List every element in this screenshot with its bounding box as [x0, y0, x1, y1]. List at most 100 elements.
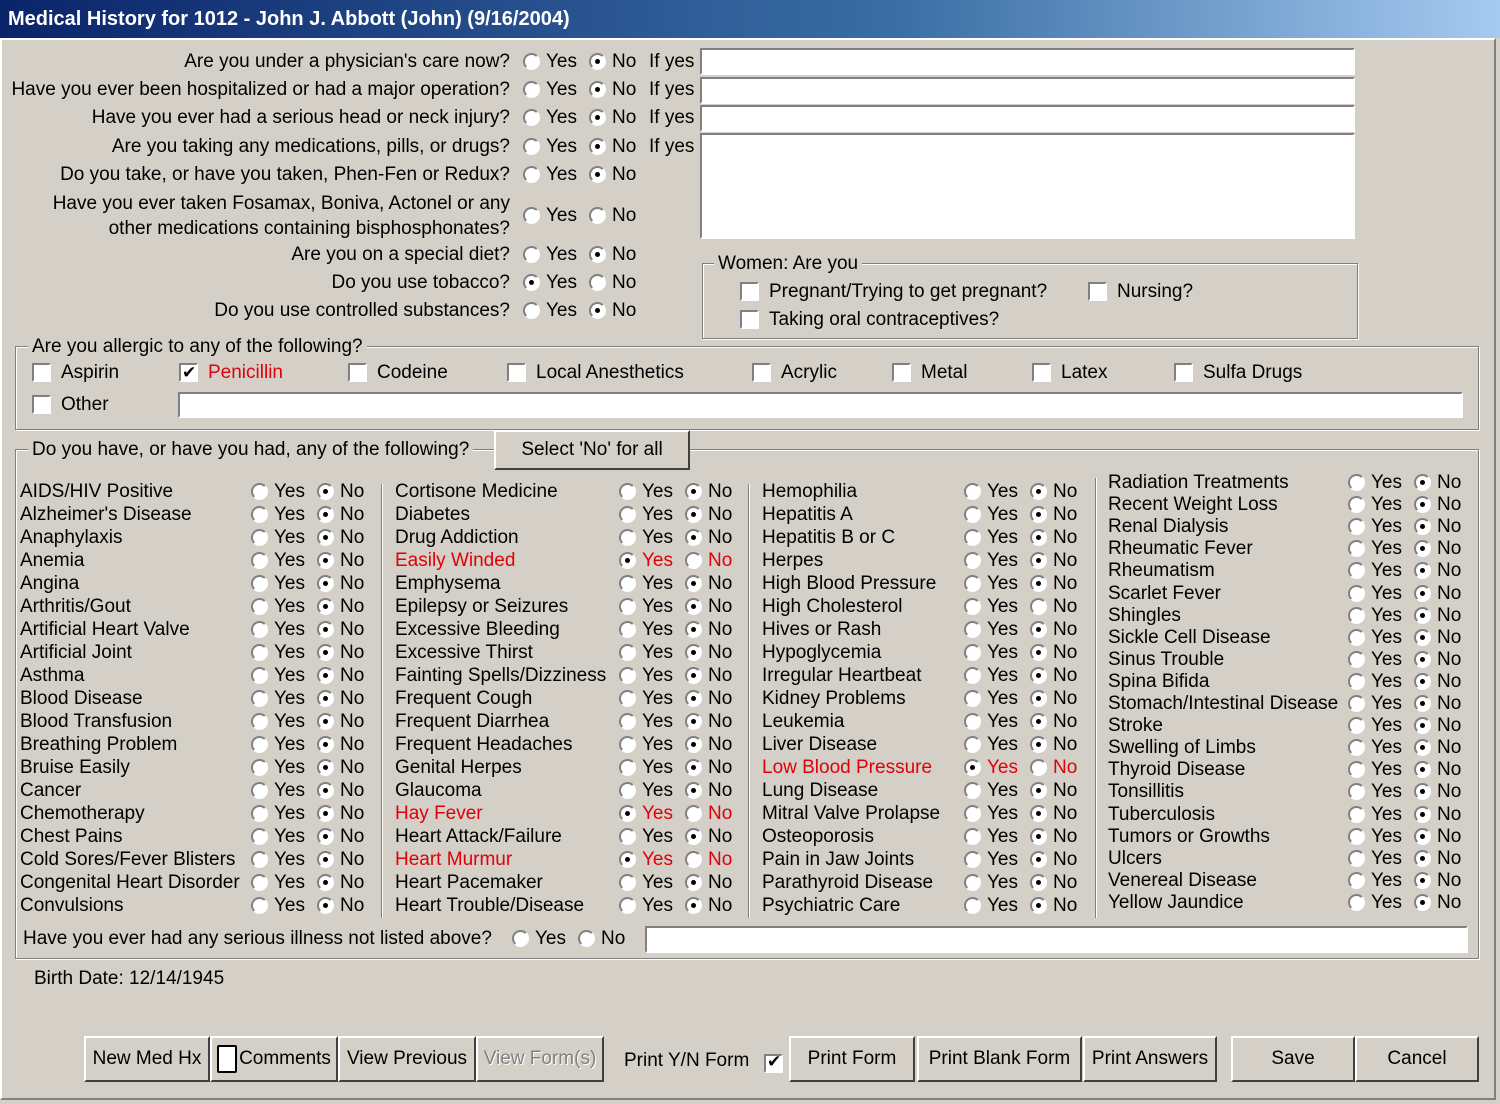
- question-7-yes-radio[interactable]: [523, 274, 540, 292]
- condition-answer[interactable]: Yes No: [1348, 714, 1473, 737]
- condition-answer[interactable]: Yes No: [251, 480, 376, 503]
- condition-answer[interactable]: Yes No: [964, 733, 1089, 756]
- condition-answer[interactable]: Yes No: [1348, 780, 1473, 803]
- view-previous-button[interactable]: View Previous: [338, 1036, 476, 1082]
- condition-yes-radio[interactable]: [964, 690, 981, 708]
- condition-answer[interactable]: Yes No: [251, 779, 376, 802]
- condition-yes-radio[interactable]: [1348, 761, 1365, 779]
- allergy-option[interactable]: Aspirin: [32, 361, 119, 385]
- condition-yes-radio[interactable]: [1348, 474, 1365, 492]
- condition-answer[interactable]: Yes No: [251, 641, 376, 664]
- condition-answer[interactable]: Yes No: [1348, 670, 1473, 693]
- condition-no-radio[interactable]: [1030, 897, 1047, 915]
- pregnant-checkbox[interactable]: [740, 282, 759, 302]
- nursing-option[interactable]: Nursing?: [1088, 280, 1193, 304]
- condition-yes-radio[interactable]: [251, 575, 268, 593]
- condition-no-radio[interactable]: [685, 506, 702, 524]
- condition-answer[interactable]: Yes No: [251, 756, 376, 779]
- allergy-checkbox[interactable]: [892, 363, 911, 383]
- condition-yes-radio[interactable]: [619, 506, 636, 524]
- condition-answer[interactable]: Yes No: [964, 595, 1089, 618]
- condition-no-radio[interactable]: [1414, 850, 1431, 868]
- allergy-checkbox[interactable]: [348, 363, 367, 383]
- condition-answer[interactable]: Yes No: [619, 687, 744, 710]
- condition-answer[interactable]: Yes No: [964, 618, 1089, 641]
- condition-no-radio[interactable]: [317, 529, 334, 547]
- condition-yes-radio[interactable]: [1348, 872, 1365, 890]
- condition-yes-radio[interactable]: [1348, 717, 1365, 735]
- if-yes-field-medications[interactable]: [700, 133, 1355, 239]
- condition-yes-radio[interactable]: [251, 506, 268, 524]
- condition-yes-radio[interactable]: [619, 598, 636, 616]
- condition-yes-radio[interactable]: [1348, 496, 1365, 514]
- condition-yes-radio[interactable]: [251, 782, 268, 800]
- other-allergy-checkbox[interactable]: [32, 395, 51, 415]
- condition-no-radio[interactable]: [685, 552, 702, 570]
- condition-yes-radio[interactable]: [251, 759, 268, 777]
- condition-yes-radio[interactable]: [964, 782, 981, 800]
- question-answer[interactable]: Yes No: [523, 243, 648, 267]
- condition-yes-radio[interactable]: [964, 598, 981, 616]
- allergy-checkbox[interactable]: [752, 363, 771, 383]
- condition-no-radio[interactable]: [1414, 739, 1431, 757]
- question-answer[interactable]: Yes No: [523, 78, 648, 102]
- condition-answer[interactable]: Yes No: [619, 572, 744, 595]
- print-form-button[interactable]: Print Form: [789, 1036, 915, 1082]
- condition-answer[interactable]: Yes No: [619, 503, 744, 526]
- condition-answer[interactable]: Yes No: [619, 825, 744, 848]
- condition-no-radio[interactable]: [1414, 894, 1431, 912]
- condition-no-radio[interactable]: [1030, 667, 1047, 685]
- condition-yes-radio[interactable]: [964, 621, 981, 639]
- condition-answer[interactable]: Yes No: [1348, 825, 1473, 848]
- condition-no-radio[interactable]: [1414, 783, 1431, 801]
- condition-yes-radio[interactable]: [964, 897, 981, 915]
- condition-yes-radio[interactable]: [1348, 629, 1365, 647]
- condition-yes-radio[interactable]: [251, 552, 268, 570]
- condition-no-radio[interactable]: [685, 483, 702, 501]
- condition-no-radio[interactable]: [685, 782, 702, 800]
- question-5-yes-radio[interactable]: [523, 207, 540, 225]
- condition-yes-radio[interactable]: [1348, 607, 1365, 625]
- condition-answer[interactable]: Yes No: [251, 710, 376, 733]
- condition-yes-radio[interactable]: [1348, 585, 1365, 603]
- condition-answer[interactable]: Yes No: [619, 549, 744, 572]
- condition-answer[interactable]: Yes No: [1348, 869, 1473, 892]
- condition-yes-radio[interactable]: [251, 828, 268, 846]
- condition-answer[interactable]: Yes No: [619, 595, 744, 618]
- condition-yes-radio[interactable]: [619, 483, 636, 501]
- allergy-option[interactable]: Acrylic: [752, 361, 837, 385]
- question-2-yes-radio[interactable]: [523, 109, 540, 127]
- condition-no-radio[interactable]: [1030, 782, 1047, 800]
- condition-yes-radio[interactable]: [251, 621, 268, 639]
- condition-yes-radio[interactable]: [964, 644, 981, 662]
- serious-illness-field[interactable]: [645, 926, 1468, 953]
- condition-no-radio[interactable]: [1414, 607, 1431, 625]
- condition-answer[interactable]: Yes No: [619, 779, 744, 802]
- condition-answer[interactable]: Yes No: [964, 871, 1089, 894]
- condition-answer[interactable]: Yes No: [1348, 604, 1473, 627]
- condition-yes-radio[interactable]: [251, 690, 268, 708]
- allergy-option[interactable]: Metal: [892, 361, 967, 385]
- condition-no-radio[interactable]: [317, 690, 334, 708]
- condition-no-radio[interactable]: [1030, 736, 1047, 754]
- condition-no-radio[interactable]: [1414, 806, 1431, 824]
- condition-answer[interactable]: Yes No: [1348, 736, 1473, 759]
- condition-no-radio[interactable]: [685, 575, 702, 593]
- allergy-checkbox[interactable]: [179, 361, 198, 385]
- condition-yes-radio[interactable]: [964, 506, 981, 524]
- condition-answer[interactable]: Yes No: [964, 710, 1089, 733]
- print-answers-button[interactable]: Print Answers: [1083, 1036, 1217, 1082]
- condition-answer[interactable]: Yes No: [964, 572, 1089, 595]
- allergy-option[interactable]: Latex: [1032, 361, 1107, 385]
- condition-answer[interactable]: Yes No: [251, 595, 376, 618]
- condition-no-radio[interactable]: [1414, 585, 1431, 603]
- allergy-option[interactable]: Codeine: [348, 361, 448, 385]
- condition-answer[interactable]: Yes No: [619, 618, 744, 641]
- condition-no-radio[interactable]: [1414, 673, 1431, 691]
- question-answer[interactable]: Yes No: [523, 135, 648, 159]
- cancel-button[interactable]: Cancel: [1355, 1036, 1479, 1082]
- condition-no-radio[interactable]: [317, 667, 334, 685]
- condition-answer[interactable]: Yes No: [619, 894, 744, 917]
- condition-no-radio[interactable]: [685, 736, 702, 754]
- condition-yes-radio[interactable]: [1348, 562, 1365, 580]
